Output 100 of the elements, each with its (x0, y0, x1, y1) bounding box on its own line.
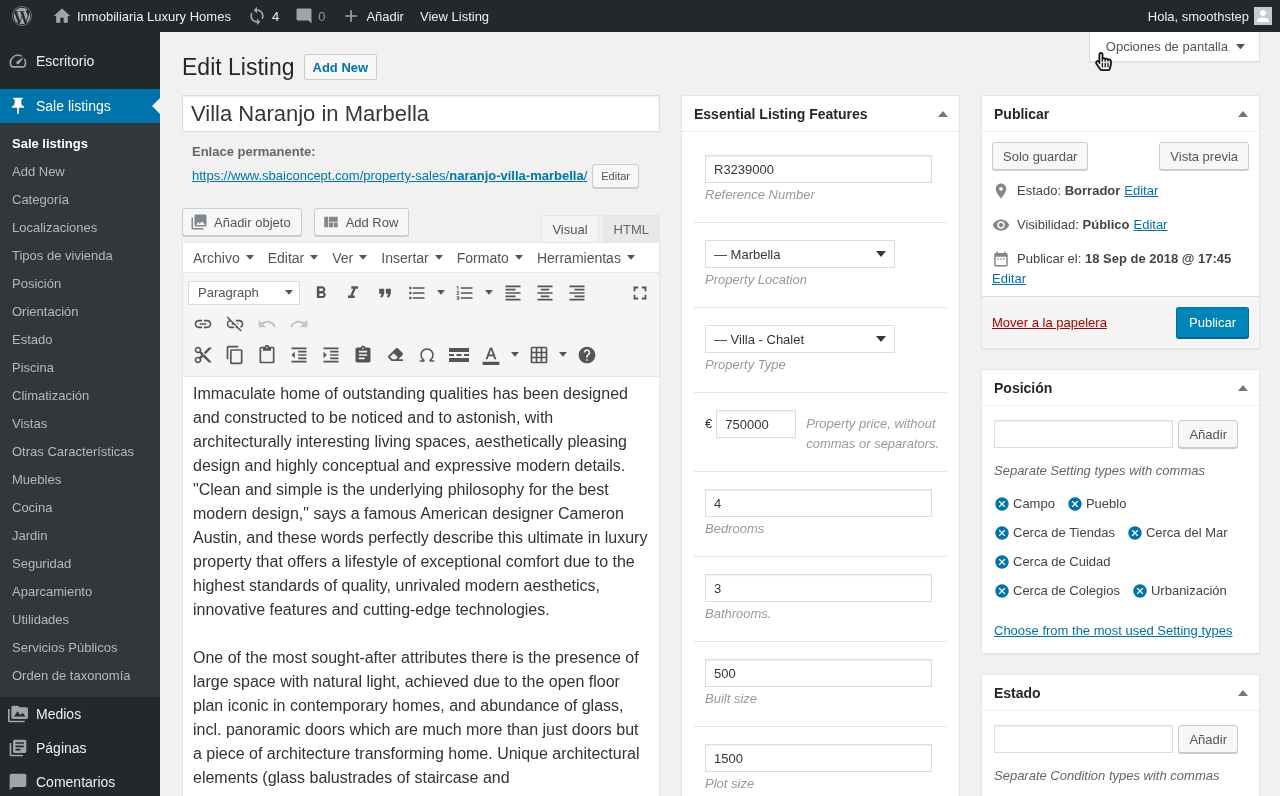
submenu-item[interactable]: Muebles (0, 465, 160, 493)
submenu-item[interactable]: Piscina (0, 353, 160, 381)
edit-link[interactable]: Editar (1124, 181, 1159, 201)
collapse-caret-icon[interactable] (1238, 110, 1248, 117)
editor-menu[interactable]: Insertar (374, 242, 450, 273)
submenu-item[interactable]: Cocina (0, 493, 160, 521)
add-tag-button[interactable]: Añadir (1178, 420, 1238, 448)
tag-label: Cerca de Cuidad (1013, 553, 1111, 571)
caret-down-icon[interactable] (559, 352, 567, 357)
text-field[interactable]: 500 (705, 659, 932, 687)
submenu-item[interactable]: Aparcamiento (0, 577, 160, 605)
submenu-item[interactable]: Orientación (0, 297, 160, 325)
text-field[interactable]: 1500 (705, 744, 932, 772)
submenu-item[interactable]: Tipos de vivienda (0, 241, 160, 269)
edit-permalink-button[interactable]: Editar (592, 164, 639, 188)
tag-input-field[interactable] (994, 725, 1174, 753)
eraser-icon[interactable] (387, 347, 403, 362)
submenu-item[interactable]: Localizaciones (0, 213, 160, 241)
sidebar-menu-item[interactable]: Páginas (0, 731, 160, 765)
new-content-link[interactable]: Añadir (333, 0, 412, 32)
format-select[interactable]: Paragraph (188, 280, 300, 305)
edit-link[interactable]: Editar (992, 269, 1026, 289)
speech-bubble-icon (8, 772, 28, 792)
editor-tab[interactable]: Visual (541, 215, 599, 242)
editor-menu[interactable]: Formato (449, 242, 530, 273)
comments-link[interactable]: 0 (287, 0, 334, 32)
collapse-caret-icon[interactable] (938, 110, 948, 117)
submenu-item[interactable]: Sale listings (0, 129, 160, 157)
most-used-link[interactable]: Choose from the most used Setting types (994, 621, 1233, 641)
remove-tag-icon[interactable] (1126, 525, 1143, 541)
text-field[interactable]: 3 (705, 574, 932, 602)
table-icon[interactable] (529, 344, 549, 365)
account-link[interactable]: Hola, smoothstep (1139, 0, 1280, 32)
editor-menu[interactable]: Editar (260, 242, 326, 273)
sidebar-menu-item[interactable]: Medios (0, 697, 160, 731)
add-new-button[interactable]: Add New (303, 54, 378, 80)
help-icon[interactable] (577, 344, 597, 365)
hand-cursor-icon (1094, 52, 1113, 71)
dropdown-select[interactable]: — Marbella (705, 240, 895, 268)
price-field[interactable]: 750000 (716, 410, 797, 438)
submenu-item[interactable]: Servicios Públicos (0, 633, 160, 661)
submenu-item[interactable]: Seguridad (0, 549, 160, 577)
editor-tab[interactable]: HTML (602, 215, 660, 242)
omega-icon[interactable] (418, 345, 436, 364)
submenu-item[interactable]: Climatización (0, 381, 160, 409)
text-field[interactable]: 4 (705, 489, 932, 517)
add-tag-button[interactable]: Añadir (1178, 725, 1238, 753)
dropdown-select[interactable]: — Villa - Chalet (705, 325, 895, 353)
remove-tag-icon[interactable] (994, 554, 1010, 570)
permalink-url-link[interactable]: https://www.sbaiconcept.com/property-sales/naranjo-villa-marbella/ (192, 165, 588, 187)
screen-options-tab[interactable]: Opciones de pantalla (1088, 32, 1260, 62)
media-button[interactable]: Añadir objeto (182, 208, 302, 236)
remove-tag-icon[interactable] (994, 525, 1010, 541)
remove-tag-icon[interactable] (1066, 496, 1083, 512)
publish-button[interactable]: Publicar (1176, 307, 1249, 338)
calendar-icon (992, 250, 1010, 268)
submenu-item[interactable]: Estado (0, 325, 160, 353)
field-label: Built size (705, 690, 758, 708)
preview-button[interactable]: Vista previa (1159, 142, 1249, 170)
tag-input-field[interactable] (994, 420, 1174, 448)
submenu-item[interactable]: Orden de taxonomía (0, 661, 160, 689)
remove-tag-icon[interactable] (1131, 583, 1148, 599)
submenu-item[interactable]: Posición (0, 269, 160, 297)
box-title: Estado (994, 684, 1041, 701)
editor-menu[interactable]: Archivo (186, 242, 261, 273)
collapse-caret-icon[interactable] (1238, 384, 1248, 391)
media-button[interactable]: Add Row (313, 208, 410, 236)
view-listing-link[interactable]: View Listing (411, 0, 498, 32)
remove-tag-icon[interactable] (994, 496, 1010, 512)
submenu-item[interactable]: Jardin (0, 521, 160, 549)
caret-down-icon[interactable] (511, 352, 519, 357)
submenu-item[interactable]: Otras Características (0, 437, 160, 465)
submenu-item[interactable]: Categoría (0, 185, 160, 213)
sidebar-menu-item[interactable]: Sale listings (0, 89, 160, 123)
edit-link[interactable]: Editar (1133, 215, 1168, 235)
site-logo-icon[interactable] (12, 6, 32, 26)
caret-down-icon[interactable] (485, 290, 493, 295)
title-field[interactable]: Villa Naranjo in Marbella (182, 95, 660, 132)
site-name-link[interactable]: Inmobiliaria Luxury Homes (44, 0, 239, 32)
caret-down-icon (514, 255, 523, 260)
editor-menu[interactable]: Herramientas (529, 242, 642, 273)
sidebar-menu-item[interactable]: Escritorio (0, 44, 160, 78)
caret-down-icon[interactable] (437, 290, 445, 295)
sidebar-menu-item[interactable]: Comentarios (0, 765, 160, 796)
save-draft-button[interactable]: Solo guardar (992, 142, 1089, 170)
text-field[interactable]: R3239000 (705, 155, 932, 183)
copy-icon[interactable] (225, 344, 245, 365)
submenu-item[interactable]: Add New (0, 157, 160, 185)
editor-menu[interactable]: Ver (325, 242, 375, 273)
submenu-item[interactable]: Vistas (0, 409, 160, 437)
updates-link[interactable]: 4 (238, 0, 288, 32)
read-more-icon[interactable] (449, 347, 469, 362)
remove-tag-icon[interactable] (994, 583, 1010, 599)
paste-icon[interactable] (257, 344, 277, 365)
scissors-icon[interactable] (193, 344, 213, 365)
trash-link[interactable]: Mover a la papelera (992, 315, 1107, 330)
submenu-item[interactable]: Utilidades (0, 605, 160, 633)
clipboard-icon[interactable] (353, 344, 373, 365)
collapse-caret-icon[interactable] (1238, 689, 1248, 696)
media-icon (190, 213, 208, 231)
